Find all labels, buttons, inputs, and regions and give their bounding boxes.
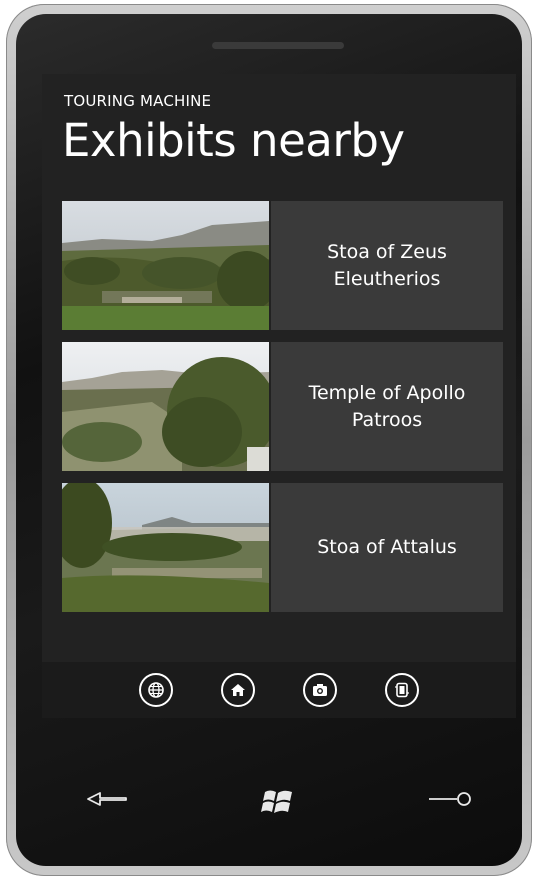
app-title: TOURING MACHINE (64, 92, 212, 110)
device-icon (395, 682, 409, 698)
camera-button[interactable] (303, 673, 337, 707)
exhibit-label: Stoa of Attalus (271, 483, 503, 612)
page-title: Exhibits nearby (62, 114, 405, 167)
start-button[interactable] (256, 784, 300, 820)
phone-body: TOURING MACHINE Exhibits nearby Stoa of … (16, 14, 522, 866)
search-icon (429, 792, 471, 806)
search-button[interactable] (426, 784, 474, 814)
back-arrow-icon (87, 792, 127, 806)
exhibit-tile[interactable]: Temple of Apollo Patroos (62, 342, 503, 471)
home-icon (231, 684, 245, 696)
exhibit-label: Temple of Apollo Patroos (271, 342, 503, 471)
exhibit-photo (62, 342, 269, 471)
home-button[interactable] (221, 673, 255, 707)
globe-icon (148, 682, 164, 698)
application-bar (42, 662, 516, 718)
exhibit-tile[interactable]: Stoa of Attalus (62, 483, 503, 612)
globe-button[interactable] (139, 673, 173, 707)
exhibit-tile[interactable]: Stoa of Zeus Eleutherios (62, 201, 503, 330)
speaker-grille (212, 42, 344, 49)
phone-frame: TOURING MACHINE Exhibits nearby Stoa of … (6, 4, 532, 876)
windows-start-icon (261, 790, 292, 813)
back-button[interactable] (84, 784, 130, 814)
camera-icon (313, 684, 327, 696)
device-button[interactable] (385, 673, 419, 707)
exhibit-photo (62, 201, 269, 330)
exhibit-photo (62, 483, 269, 612)
screen: TOURING MACHINE Exhibits nearby Stoa of … (42, 74, 516, 718)
exhibit-list: Stoa of Zeus Eleutherios Temple of Apoll… (62, 201, 503, 624)
exhibit-label: Stoa of Zeus Eleutherios (271, 201, 503, 330)
